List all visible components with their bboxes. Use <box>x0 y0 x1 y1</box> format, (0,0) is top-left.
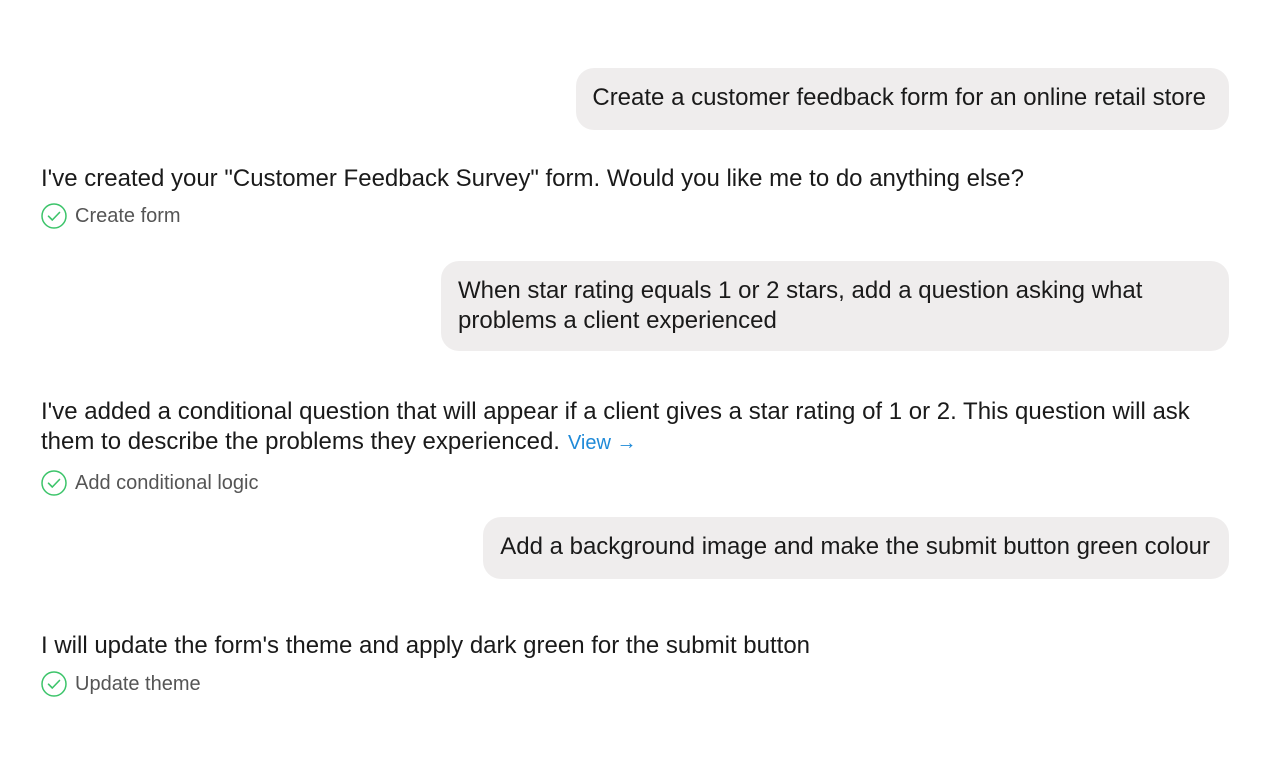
user-message-bubble: When star rating equals 1 or 2 stars, ad… <box>441 261 1229 351</box>
user-message-bubble: Create a customer feedback form for an o… <box>576 68 1229 130</box>
view-link-label: View <box>567 432 611 454</box>
action-label: Add conditional logic <box>75 471 259 494</box>
action-status-add-conditional-logic: Add conditional logic <box>41 470 258 496</box>
check-circle-icon <box>41 671 67 697</box>
arrow-right-icon: → <box>616 432 637 454</box>
assistant-message: I've created your "Customer Feedback Sur… <box>41 165 1024 192</box>
assistant-message: I will update the form's theme and apply… <box>41 632 811 659</box>
action-status-create-form: Create form <box>41 203 181 229</box>
assistant-message: I've added a conditional question that w… <box>41 397 1236 458</box>
user-message-bubble: Add a background image and make the subm… <box>483 517 1229 579</box>
check-circle-icon <box>41 470 67 496</box>
action-label: Update theme <box>75 672 201 695</box>
action-status-update-theme: Update theme <box>41 671 201 697</box>
check-circle-icon <box>41 203 67 229</box>
action-label: Create form <box>75 204 181 227</box>
view-link[interactable]: View → <box>568 432 637 454</box>
